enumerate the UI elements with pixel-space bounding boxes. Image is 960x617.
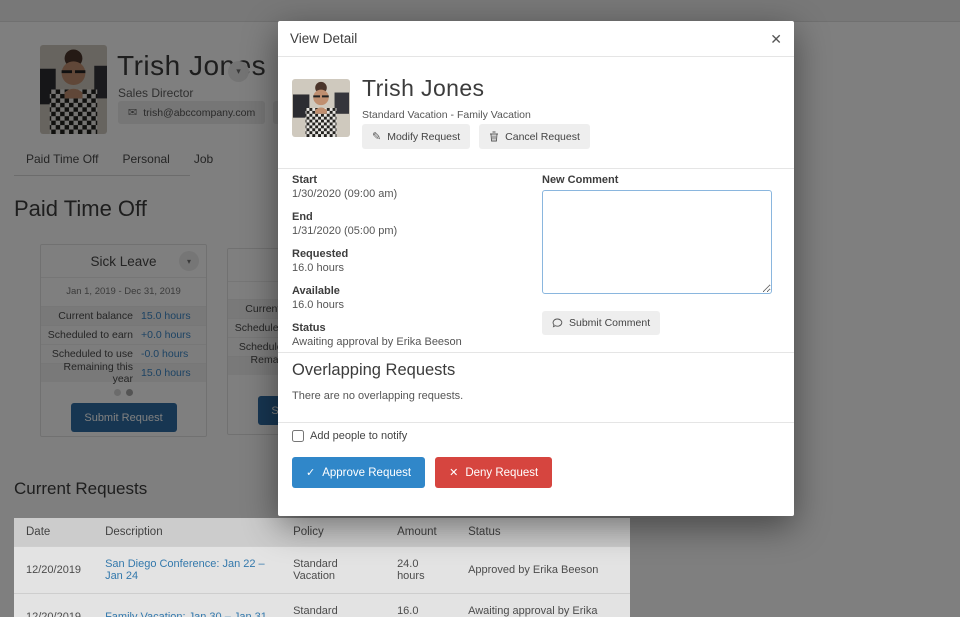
modify-request-label: Modify Request: [387, 130, 461, 143]
detail-label: Requested: [292, 248, 349, 260]
detail-label: End: [292, 211, 313, 223]
divider: [278, 422, 794, 423]
detail-value: Awaiting approval by Erika Beeson: [292, 336, 462, 348]
approve-request-button[interactable]: ✓ Approve Request: [292, 457, 426, 488]
new-comment-section: New Comment Submit Comment: [542, 174, 780, 335]
cell-status: Approved by Erika Beeson: [456, 546, 630, 594]
new-comment-label: New Comment: [542, 174, 619, 186]
request-details: Start 1/30/2020 (09:00 am) End 1/31/2020 (…: [292, 174, 532, 359]
view-detail-modal: View Detail ✕ Trish Jones Standard Vacat…: [278, 21, 794, 516]
col-amount: Amount: [385, 518, 457, 547]
x-icon: ✕: [449, 467, 459, 479]
pencil-icon: ✎: [372, 131, 382, 143]
cell-amount: 24.0 hours: [385, 546, 457, 594]
add-people-to-notify-row: Add people to notify: [292, 430, 407, 442]
add-people-to-notify-label: Add people to notify: [310, 430, 408, 442]
overlapping-requests-title: Overlapping Requests: [292, 361, 456, 379]
request-link[interactable]: Family Vacation: Jan 30 – Jan 31: [93, 593, 282, 617]
detail-value: 16.0 hours: [292, 299, 344, 311]
close-icon[interactable]: ✕: [770, 32, 782, 46]
detail-label: Available: [292, 285, 340, 297]
col-status: Status: [456, 518, 630, 547]
table-header-row: Date Description Policy Amount Status: [14, 518, 630, 547]
current-requests-table: Date Description Policy Amount Status 12…: [14, 518, 630, 617]
detail-value: 1/30/2020 (09:00 am): [292, 188, 398, 200]
detail-value: 1/31/2020 (05:00 pm): [292, 225, 398, 237]
cell-amount: 16.0 hours: [385, 593, 457, 617]
cell-policy: Standard Vacation: [281, 593, 386, 617]
detail-label: Start: [292, 174, 318, 186]
check-icon: ✓: [306, 467, 316, 479]
submit-comment-label: Submit Comment: [569, 317, 651, 329]
trash-icon: [489, 131, 499, 142]
cell-status: Awaiting approval by Erika Beeson: [456, 593, 630, 617]
submit-comment-button[interactable]: Submit Comment: [542, 311, 661, 335]
cell-date: 12/20/2019: [14, 546, 94, 594]
col-date: Date: [14, 518, 94, 547]
add-people-to-notify-checkbox[interactable]: [292, 430, 304, 442]
modal-person-subtitle: Standard Vacation - Family Vacation: [362, 109, 531, 121]
modal-avatar: [292, 79, 350, 137]
divider: [278, 352, 794, 353]
request-link[interactable]: San Diego Conference: Jan 22 – Jan 24: [93, 546, 282, 594]
table-row: 12/20/2019 San Diego Conference: Jan 22 …: [14, 546, 630, 594]
detail-value: 16.0 hours: [292, 262, 344, 274]
col-description: Description: [93, 518, 282, 547]
modal-title: View Detail: [290, 31, 358, 46]
cell-date: 12/20/2019: [14, 593, 94, 617]
divider: [278, 168, 794, 169]
detail-label: Status: [292, 322, 326, 334]
modal-person-name: Trish Jones: [362, 75, 485, 101]
cell-policy: Standard Vacation: [281, 546, 386, 594]
modify-request-button[interactable]: ✎ Modify Request: [362, 124, 471, 149]
overlapping-requests-empty: There are no overlapping requests.: [292, 390, 464, 402]
col-policy: Policy: [281, 518, 386, 547]
deny-request-label: Deny Request: [465, 466, 539, 479]
comment-bubble-icon: [552, 318, 563, 328]
deny-request-button[interactable]: ✕ Deny Request: [435, 457, 553, 488]
new-comment-textarea[interactable]: [542, 190, 772, 294]
approve-request-label: Approve Request: [322, 466, 412, 479]
table-row: 12/20/2019 Family Vacation: Jan 30 – Jan…: [14, 593, 630, 617]
cancel-request-button[interactable]: Cancel Request: [479, 124, 590, 149]
cancel-request-label: Cancel Request: [505, 130, 580, 143]
